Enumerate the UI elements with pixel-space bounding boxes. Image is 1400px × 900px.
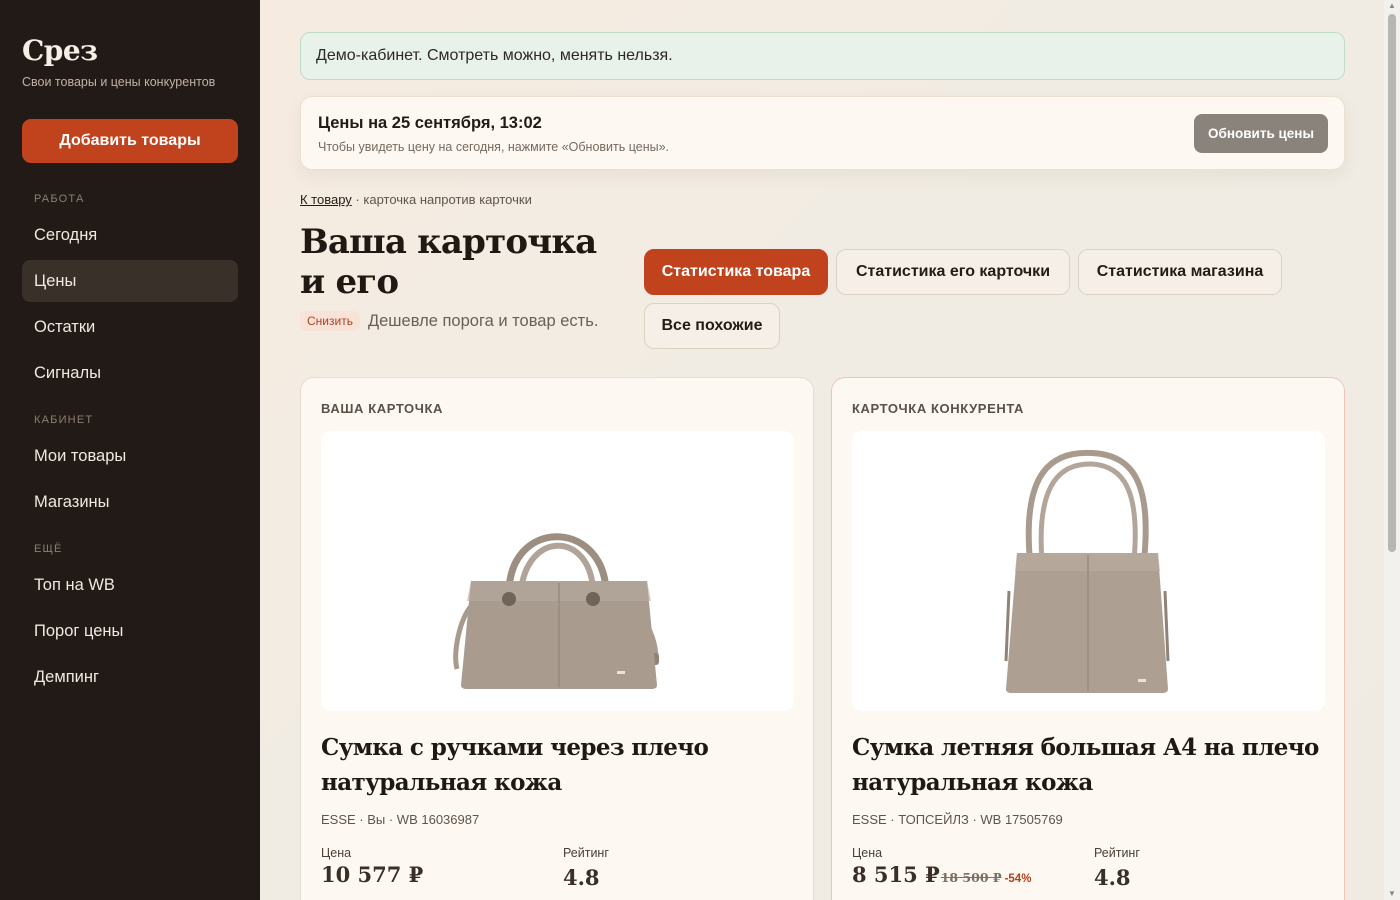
sidebar-item-stores[interactable]: Магазины	[22, 481, 238, 523]
breadcrumb: К товару · карточка напротив карточки	[300, 192, 532, 207]
breadcrumb-current: карточка напротив карточки	[363, 192, 532, 207]
sidebar-item-my-products[interactable]: Мои товары	[22, 435, 238, 477]
rating-label: Рейтинг	[563, 846, 609, 860]
brand-logo[interactable]: Срез	[22, 34, 98, 67]
sidebar-item-stock[interactable]: Остатки	[22, 306, 238, 348]
your-product-card: ВАША КАРТОЧКА Сумка с ручками через плеч…	[300, 377, 814, 900]
price-value: 8 515 ₽ 18 500 ₽ -54%	[852, 862, 1031, 887]
demo-banner: Демо-кабинет. Смотреть можно, менять нел…	[300, 32, 1345, 80]
rating-value: 4.8	[563, 865, 600, 890]
sidebar: Срез Свои товары и цены конкурентов Доба…	[0, 0, 260, 900]
product-title[interactable]: Сумка летняя большая А4 на плечо натурал…	[852, 730, 1322, 800]
nav-section-work: РАБОТА	[34, 193, 85, 205]
breadcrumb-separator: ·	[351, 192, 364, 207]
product-meta: ESSE · ТОПСЕЙЛЗ · WB 17505769	[852, 812, 1063, 827]
page-title: Ваша карточка и его	[300, 222, 597, 302]
price-value: 10 577 ₽	[321, 862, 423, 887]
product-meta: ESSE · Вы · WB 16036987	[321, 812, 480, 827]
prices-panel: Цены на 25 сентября, 13:02 Чтобы увидеть…	[300, 96, 1345, 170]
refresh-prices-button[interactable]: Обновить цены	[1194, 114, 1328, 153]
status-row: Снизить Дешевле порога и товар есть.	[300, 311, 598, 331]
tab-competitor-card-stats[interactable]: Статистика его карточки	[836, 249, 1070, 295]
product-image[interactable]	[852, 431, 1325, 711]
scrollbar-thumb[interactable]	[1388, 14, 1396, 552]
rating-value: 4.8	[1094, 865, 1131, 890]
add-products-button[interactable]: Добавить товары	[22, 119, 238, 163]
sidebar-item-signals[interactable]: Сигналы	[22, 352, 238, 394]
current-price: 10 577 ₽	[321, 862, 424, 887]
competitor-product-card: КАРТОЧКА КОНКУРЕНТА Сумка летняя большая…	[831, 377, 1345, 900]
sidebar-item-price-threshold[interactable]: Порог цены	[22, 610, 238, 652]
breadcrumb-back-link[interactable]: К товару	[300, 192, 352, 207]
prices-date-title: Цены на 25 сентября, 13:02	[318, 114, 542, 132]
price-label: Цена	[321, 846, 352, 860]
tab-product-stats[interactable]: Статистика товара	[644, 249, 828, 295]
handbag-icon	[1004, 449, 1170, 693]
status-text: Дешевле порога и товар есть.	[367, 311, 599, 330]
brand-tagline: Свои товары и цены конкурентов	[22, 75, 216, 89]
discount-badge: -54%	[1004, 873, 1032, 885]
sidebar-item-prices[interactable]: Цены	[22, 260, 238, 302]
sidebar-item-today[interactable]: Сегодня	[22, 214, 238, 256]
product-image[interactable]	[321, 431, 794, 711]
vertical-scrollbar[interactable]: ▲ ▼	[1384, 0, 1400, 900]
nav-section-cabinet: КАБИНЕТ	[34, 414, 94, 426]
old-price: 18 500 ₽	[940, 870, 1002, 885]
prices-hint: Чтобы увидеть цену на сегодня, нажмите «…	[318, 140, 670, 154]
nav-section-more: ЕЩЁ	[34, 543, 63, 555]
status-badge: Снизить	[300, 311, 360, 331]
main-content: Демо-кабинет. Смотреть можно, менять нел…	[260, 0, 1384, 900]
sidebar-item-top-wb[interactable]: Топ на WB	[22, 564, 238, 606]
tab-all-similar[interactable]: Все похожие	[644, 303, 780, 349]
sidebar-item-dumping[interactable]: Демпинг	[22, 656, 238, 698]
current-price: 8 515 ₽	[852, 862, 940, 887]
scroll-up-icon[interactable]: ▲	[1388, 2, 1396, 10]
handbag-icon	[453, 533, 659, 689]
card-label: ВАША КАРТОЧКА	[321, 401, 444, 416]
rating-label: Рейтинг	[1094, 846, 1140, 860]
card-label: КАРТОЧКА КОНКУРЕНТА	[852, 401, 1025, 416]
product-title[interactable]: Сумка с ручками через плечо натуральная …	[321, 730, 791, 800]
scroll-down-icon[interactable]: ▼	[1388, 890, 1396, 898]
price-label: Цена	[852, 846, 883, 860]
tab-store-stats[interactable]: Статистика магазина	[1078, 249, 1282, 295]
